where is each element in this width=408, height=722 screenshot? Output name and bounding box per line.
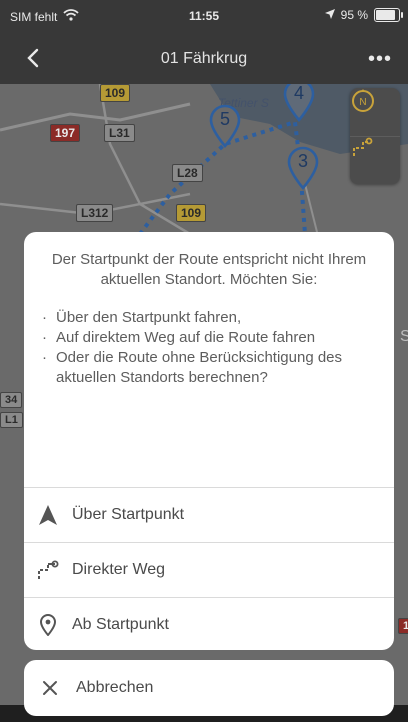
navigation-arrow-icon <box>36 503 60 527</box>
map-edge-label: S <box>400 328 408 345</box>
dialog-bullet: · Oder die Route ohne Berücksichtigung d… <box>42 348 376 388</box>
cancel-label: Abbrechen <box>76 679 154 696</box>
route-direct-icon <box>36 558 60 582</box>
status-bar: SIM fehlt 11:55 95 % <box>0 0 408 30</box>
road-label-109: 109 <box>100 84 131 102</box>
battery-icon <box>374 8 403 22</box>
via-startpoint-button[interactable]: Über Startpunkt <box>24 488 394 542</box>
direct-route-button[interactable]: Direkter Weg <box>24 543 394 597</box>
marker-number: 4 <box>293 84 304 103</box>
road-label-l31: L31 <box>104 124 135 142</box>
road-label-l312: L312 <box>76 204 114 222</box>
action-label: Direkter Weg <box>72 561 166 578</box>
road-label-l1: L1 <box>0 412 23 428</box>
battery-percent: 95 % <box>340 8 368 22</box>
road-label-34: 34 <box>0 392 23 408</box>
bullet-text: Über den Startpunkt fahren, <box>56 309 242 326</box>
marker-number: 3 <box>297 151 308 171</box>
top-bar: SIM fehlt 11:55 95 % 01 Fährkrug ••• <box>0 0 408 84</box>
bullet-dot: · <box>42 329 47 346</box>
close-icon <box>38 676 62 700</box>
route-start-dialog: Der Startpunkt der Route entspricht nich… <box>24 232 394 650</box>
svg-text:N: N <box>359 97 366 108</box>
compass-icon: N <box>352 89 374 112</box>
status-right: 95 % <box>324 8 403 22</box>
road-label-1: 1 <box>398 618 408 634</box>
dialog-message: Der Startpunkt der Route entspricht nich… <box>51 251 367 288</box>
route-marker-4[interactable]: 4 <box>282 84 316 122</box>
road-label-l28: L28 <box>172 164 203 182</box>
action-label: Über Startpunkt <box>72 506 185 523</box>
from-startpoint-button[interactable]: Ab Startpunkt <box>24 598 394 650</box>
bullet-text: Oder die Route ohne Berücksichtigung des… <box>56 349 343 386</box>
dialog-bullets: · Über den Startpunkt fahren, · Auf dire… <box>24 308 394 388</box>
more-options-button[interactable]: ••• <box>368 48 392 71</box>
marker-number: 5 <box>219 109 230 129</box>
page-title: 01 Fährkrug <box>160 50 248 67</box>
bullet-dot: · <box>42 309 47 326</box>
bullet-text: Auf direktem Weg auf die Route fahren <box>56 329 316 346</box>
dialog-bullet: · Auf direktem Weg auf die Route fahren <box>42 328 376 348</box>
road-label-197: 197 <box>50 124 81 142</box>
cancel-button[interactable]: Abbrechen <box>24 660 394 716</box>
location-pin-icon <box>36 613 60 637</box>
bullet-dot: · <box>42 349 47 366</box>
navigation-bar: 01 Fährkrug ••• <box>0 38 408 78</box>
location-arrow-icon <box>324 8 335 22</box>
route-marker-5[interactable]: 5 <box>208 104 242 148</box>
action-label: Ab Startpunkt <box>72 616 169 633</box>
route-icon <box>353 137 373 156</box>
route-marker-3[interactable]: 3 <box>286 146 320 190</box>
road-label-109b: 109 <box>176 204 207 222</box>
dialog-bullet: · Über den Startpunkt fahren, <box>42 308 376 328</box>
route-overview-button[interactable] <box>350 136 400 184</box>
map-controls: N <box>350 88 400 184</box>
compass-button[interactable]: N <box>350 88 400 136</box>
